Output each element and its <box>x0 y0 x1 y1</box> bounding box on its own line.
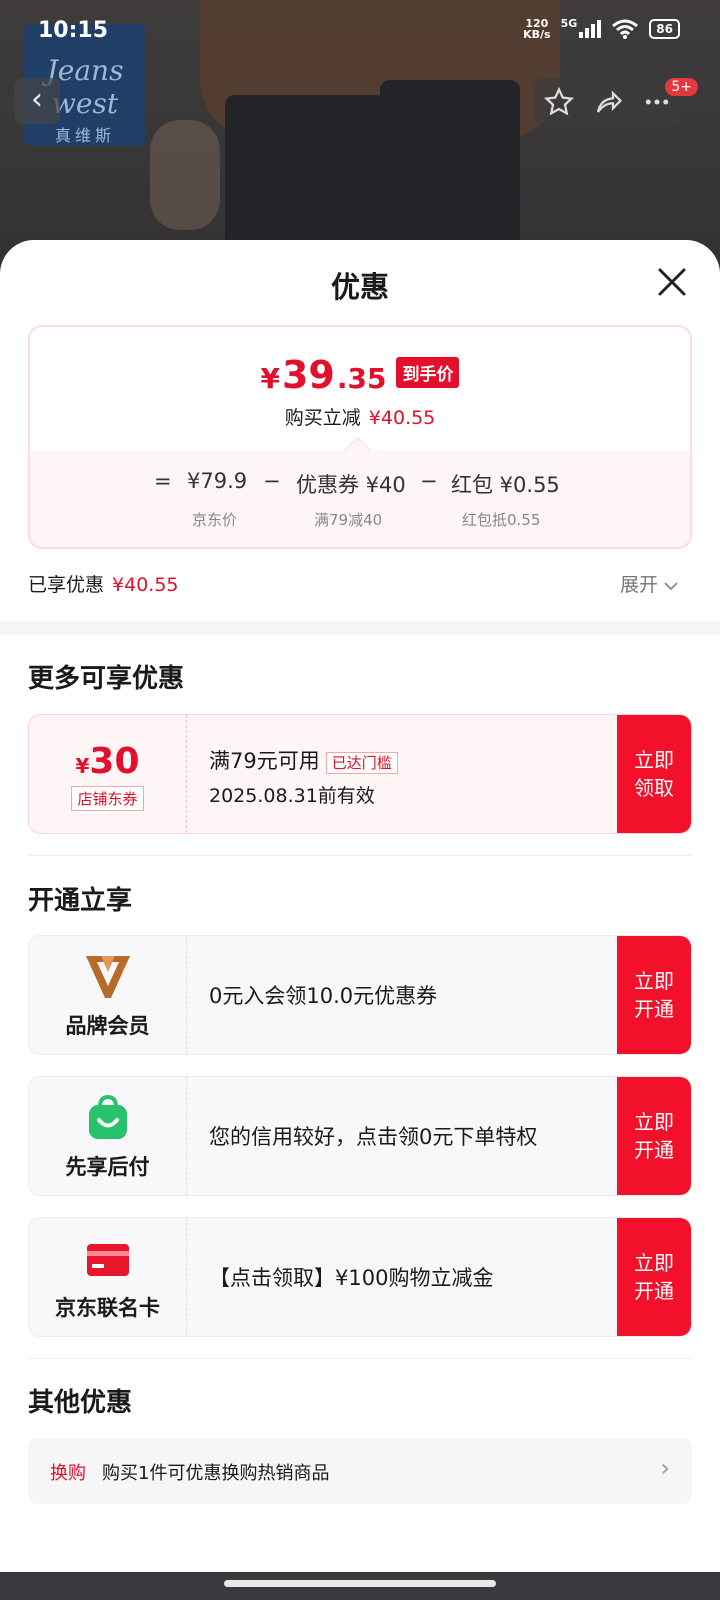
enjoyed-value: ¥40.55 <box>112 574 179 596</box>
top-actions <box>534 78 682 126</box>
divider-line <box>28 855 692 856</box>
open-button-line1: 立即 <box>634 1251 674 1275</box>
instant-reduction: 购买立减 ¥40.55 <box>30 403 690 430</box>
status-icons: 120 KB/s 5G 86 <box>523 17 680 40</box>
cobrand-text: 【点击领取】¥100购物立减金 <box>209 1266 494 1290</box>
network-speed-unit: KB/s <box>523 28 551 41</box>
price-formula: = ¥79.9 − 优惠券 ¥40 − 红包 ¥0.55 京东价 满79减40 … <box>30 451 690 547</box>
reduction-label: 购买立减 <box>284 407 361 429</box>
coupon-condition: 满79元可用 <box>209 749 320 773</box>
redpacket-amount: 红包 ¥0.55 <box>451 473 560 497</box>
redpacket-caption: 红包抵0.55 <box>462 511 541 529</box>
battery-icon: 86 <box>649 19 680 39</box>
final-price-tag: 到手价 <box>396 357 460 388</box>
pay-later-label: 先享后付 <box>65 1155 150 1179</box>
credit-card-icon <box>86 1244 129 1276</box>
share-icon[interactable] <box>593 87 623 117</box>
shopping-bag-icon <box>88 1094 127 1139</box>
pay-later-card[interactable]: 先享后付 您的信用较好，点击领0元下单特权 立即开通 <box>28 1076 692 1196</box>
claim-button-line2: 领取 <box>634 776 674 800</box>
coupon-amount: 优惠券 ¥40 <box>296 473 406 497</box>
back-button[interactable]: ‹ <box>14 78 60 124</box>
status-bar: 10:15 120 KB/s 5G 86 <box>0 0 720 60</box>
brand-member-v-icon <box>85 956 130 998</box>
jd-cobrand-card[interactable]: 京东联名卡 【点击领取】¥100购物立减金 立即开通 <box>28 1217 692 1337</box>
signal-icon <box>579 20 602 38</box>
open-button-line2: 开通 <box>634 1279 674 1303</box>
price-breakdown-card: ¥ 39 .35 到手价 购买立减 ¥40.55 = ¥79.9 − 优惠券 ¥4… <box>28 325 692 549</box>
open-button-line1: 立即 <box>634 969 674 993</box>
sheet-title: 优惠 <box>330 270 389 304</box>
open-benefits-title: 开通立享 <box>28 886 133 916</box>
threshold-reached-badge: 已达门槛 <box>325 752 398 774</box>
open-button-line1: 立即 <box>634 1110 674 1134</box>
price-integer: 39 <box>281 353 335 397</box>
minus-sign: − <box>420 469 438 493</box>
claim-button-line1: 立即 <box>634 748 674 772</box>
final-price-area: ¥ 39 .35 到手价 购买立减 ¥40.55 <box>30 327 690 451</box>
network-type: 5G <box>560 17 602 38</box>
network-type-label: 5G <box>560 17 578 30</box>
brand-member-label-area: 品牌会员 <box>29 936 187 1054</box>
coupon-caption: 满79减40 <box>314 511 383 529</box>
more-discounts-title: 更多可享优惠 <box>28 664 185 694</box>
swap-purchase-row[interactable]: 换购 购买1件可优惠换购热销商品 › <box>28 1438 692 1504</box>
claim-coupon-button[interactable]: 立即 领取 <box>617 715 691 833</box>
coupon-value: 30 <box>89 741 140 782</box>
brand-member-card[interactable]: 品牌会员 0元入会领10.0元优惠券 立即开通 <box>28 935 692 1055</box>
open-cobrand-button[interactable]: 立即 开通 <box>617 1218 691 1336</box>
open-button-line2: 开通 <box>634 1138 674 1162</box>
expand-button[interactable]: 展开 <box>620 570 678 597</box>
reduction-value: ¥40.55 <box>368 407 436 429</box>
price-currency: ¥ <box>260 362 280 395</box>
swap-text: 购买1件可优惠换购热销商品 <box>102 1463 330 1484</box>
wifi-icon <box>612 19 639 39</box>
cobrand-label-area: 京东联名卡 <box>29 1218 187 1336</box>
coupon-type-badge: 店铺东券 <box>71 786 144 811</box>
pay-later-text: 您的信用较好，点击领0元下单特权 <box>209 1125 538 1149</box>
star-icon[interactable] <box>543 87 574 117</box>
coupon-validity: 2025.08.31前有效 <box>209 785 375 807</box>
swap-tag: 换购 <box>50 1463 86 1484</box>
expand-label: 展开 <box>619 574 658 596</box>
coupon-currency: ¥ <box>75 754 90 778</box>
enjoyed-discount: 已享优惠 ¥40.55 <box>28 570 179 597</box>
final-price: ¥ 39 .35 到手价 <box>30 327 690 397</box>
other-discounts-title: 其他优惠 <box>28 1388 133 1418</box>
equals-sign: = <box>154 469 172 493</box>
price-decimal: .35 <box>336 362 387 395</box>
close-icon[interactable] <box>652 262 692 302</box>
status-time: 10:15 <box>38 18 109 43</box>
pay-later-label-area: 先享后付 <box>29 1077 187 1195</box>
jd-price-caption: 京东价 <box>192 511 238 529</box>
network-speed: 120 KB/s <box>523 18 550 40</box>
minus-sign: − <box>263 469 281 493</box>
open-pay-later-button[interactable]: 立即 开通 <box>617 1077 691 1195</box>
enjoyed-label: 已享优惠 <box>28 574 105 596</box>
divider-line <box>28 1358 692 1359</box>
brand-member-label: 品牌会员 <box>65 1014 150 1038</box>
chevron-right-icon: › <box>660 1454 670 1482</box>
home-indicator[interactable] <box>224 1580 496 1587</box>
chevron-down-icon <box>664 582 678 591</box>
discount-sheet: 优惠 ¥ 39 .35 到手价 购买立减 ¥40.55 = ¥79.9 − 优惠券… <box>0 240 720 1572</box>
open-button-line2: 开通 <box>634 997 674 1021</box>
coupon-value-area: ¥30 店铺东券 <box>29 715 187 833</box>
message-count-badge: 5+ <box>665 78 698 96</box>
jd-price: ¥79.9 <box>187 469 248 493</box>
coupon-details: 满79元可用 已达门槛 2025.08.31前有效 <box>209 745 398 808</box>
brand-logo-chinese: 真维斯 <box>54 126 115 145</box>
coupon-amount-display: ¥30 <box>29 741 186 782</box>
brand-member-text: 0元入会领10.0元优惠券 <box>209 984 438 1008</box>
section-divider <box>0 621 720 635</box>
cobrand-label: 京东联名卡 <box>55 1296 160 1320</box>
store-coupon-card: ¥30 店铺东券 满79元可用 已达门槛 2025.08.31前有效 立即领取 <box>28 714 692 834</box>
open-member-button[interactable]: 立即 开通 <box>617 936 691 1054</box>
